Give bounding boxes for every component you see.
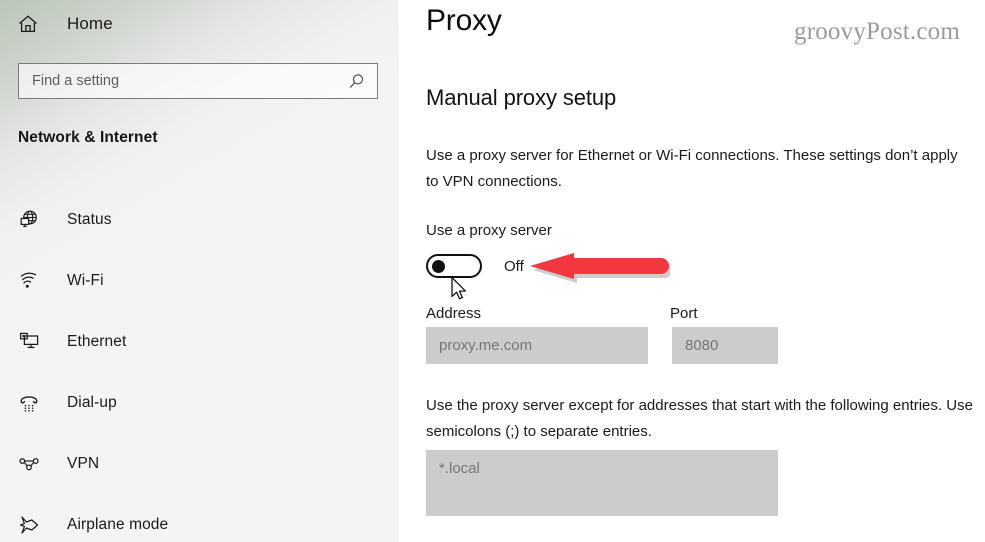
sidebar-item-airplane-mode[interactable]: Airplane mode	[0, 494, 398, 542]
sidebar-item-label: Wi-Fi	[67, 271, 104, 289]
sidebar-category-title: Network & Internet	[18, 129, 158, 146]
proxy-toggle-row: Off	[426, 254, 524, 278]
home-icon	[17, 13, 39, 35]
sidebar-item-home[interactable]: Home	[0, 0, 398, 47]
address-input[interactable]	[426, 327, 648, 364]
toggle-knob	[432, 260, 445, 273]
exceptions-textarea[interactable]	[426, 450, 778, 516]
toggle-state-label: Off	[504, 257, 524, 275]
sidebar-item-label: Ethernet	[67, 332, 127, 350]
section-description: Use a proxy server for Ethernet or Wi-Fi…	[426, 147, 958, 190]
sidebar-item-dialup[interactable]: Dial-up	[0, 372, 398, 433]
wifi-icon	[17, 269, 41, 293]
sidebar-nav-list: Status Wi-Fi Ethernet Dial-up VPN Airpla…	[0, 189, 398, 542]
dialup-phone-icon	[17, 391, 41, 415]
page-title: Proxy	[426, 4, 502, 37]
globe-icon	[17, 208, 41, 232]
sidebar-item-vpn[interactable]: VPN	[0, 433, 398, 494]
use-proxy-server-toggle[interactable]	[426, 254, 482, 278]
search-input[interactable]	[19, 73, 348, 89]
ethernet-icon	[17, 330, 41, 354]
sidebar-item-status[interactable]: Status	[0, 189, 398, 250]
airplane-icon	[17, 513, 41, 537]
search-box[interactable]	[18, 63, 378, 99]
port-label: Port	[670, 305, 698, 322]
home-label: Home	[67, 13, 113, 33]
sidebar-item-label: Status	[67, 210, 112, 228]
main-content: Proxy groovyPost.com Manual proxy setup …	[398, 0, 985, 542]
section-heading: Manual proxy setup	[426, 85, 617, 110]
search-icon[interactable]	[348, 73, 365, 90]
sidebar-item-label: Dial-up	[67, 393, 117, 411]
address-label: Address	[426, 305, 482, 322]
port-input[interactable]	[672, 327, 778, 364]
settings-window: Home Network & Internet	[0, 0, 985, 542]
sidebar-item-ethernet[interactable]: Ethernet	[0, 311, 398, 372]
sidebar-item-label: VPN	[67, 454, 100, 472]
sidebar-item-wifi[interactable]: Wi-Fi	[0, 250, 398, 311]
vpn-icon	[17, 452, 41, 476]
proxy-toggle-label: Use a proxy server	[426, 222, 552, 239]
watermark: groovyPost.com	[794, 18, 960, 45]
sidebar: Home Network & Internet	[0, 0, 398, 542]
exceptions-description: Use the proxy server except for addresse…	[426, 397, 973, 440]
sidebar-item-label: Airplane mode	[67, 515, 169, 533]
